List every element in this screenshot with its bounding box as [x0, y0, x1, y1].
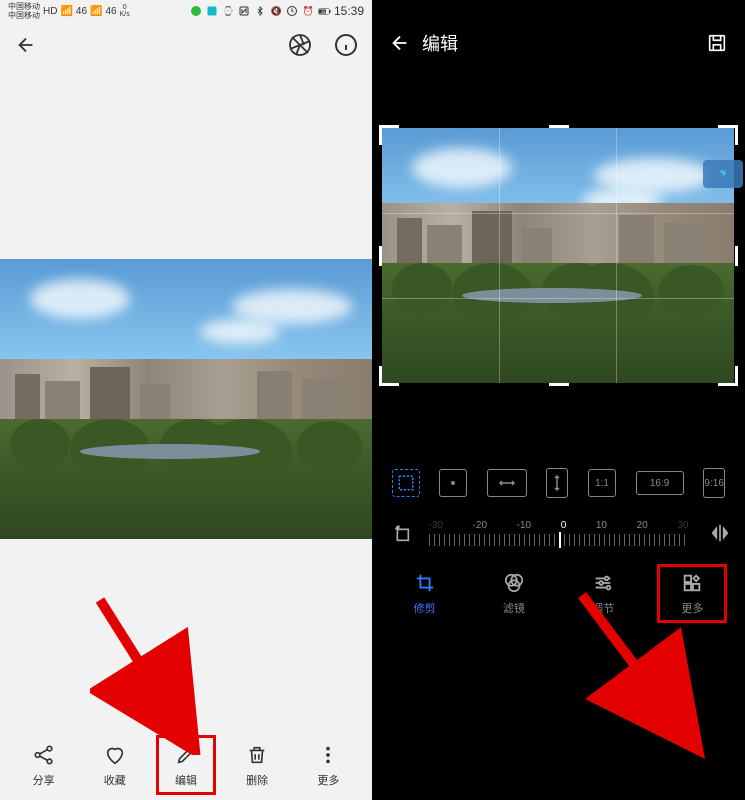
delete-button[interactable]: 删除	[227, 742, 287, 788]
edit-button[interactable]: 编辑	[156, 735, 216, 795]
ratio-portrait[interactable]	[546, 468, 568, 498]
rotation-ruler-row: -30 -20 -10 0 10 20 30	[372, 513, 745, 553]
crop-icon	[413, 571, 437, 595]
viewer-bottom-bar: 分享 收藏 编辑 删除 更多	[0, 730, 372, 800]
ratio-16-9[interactable]: 16:9	[636, 471, 684, 495]
save-button[interactable]	[703, 29, 731, 57]
watch-icon: ⌚	[222, 5, 235, 18]
back-button[interactable]	[12, 31, 40, 59]
ratio-free[interactable]	[392, 469, 420, 497]
tab-more[interactable]: 更多	[657, 564, 727, 623]
app-icon	[206, 5, 219, 18]
status-bar: 中国移动 中国移动 HD 📶 46 📶 46 0 K/s ⌚	[0, 0, 372, 22]
tab-adjust-label: 调节	[592, 600, 614, 616]
hd-badge: HD	[43, 6, 57, 17]
carrier-label: 中国移动	[8, 3, 40, 11]
tab-crop-label: 修剪	[414, 600, 436, 616]
share-label: 分享	[33, 772, 55, 788]
photo-editor-screen: 编辑	[372, 0, 745, 800]
aperture-icon[interactable]	[286, 31, 314, 59]
watermark: 🐬	[703, 160, 743, 188]
filter-icon	[502, 571, 526, 595]
speed-value: 0	[123, 4, 127, 11]
favorite-label: 收藏	[104, 772, 126, 788]
info-icon[interactable]	[332, 31, 360, 59]
alarm-icon: ⏰	[302, 5, 315, 18]
carrier-label-2: 中国移动	[8, 12, 40, 20]
speed-unit: K/s	[120, 11, 130, 18]
battery-icon: 68	[318, 5, 331, 18]
net-label-2: 46	[105, 6, 116, 17]
net-label: 46	[76, 6, 87, 17]
ratio-1-1[interactable]: 1:1	[588, 469, 616, 497]
more-label: 更多	[317, 772, 339, 788]
share-button[interactable]: 分享	[14, 742, 74, 788]
wechat-icon	[190, 5, 203, 18]
mirror-button[interactable]	[709, 522, 731, 544]
photo-content	[382, 128, 734, 383]
tab-filter[interactable]: 滤镜	[479, 571, 549, 616]
aspect-ratio-row: 1:1 16:9 9:16	[372, 463, 745, 503]
editor-title: 编辑	[422, 30, 458, 56]
nfc-icon	[238, 5, 251, 18]
photo-content	[0, 259, 372, 539]
pencil-icon	[173, 742, 199, 768]
bluetooth-icon	[254, 5, 267, 18]
share-icon	[31, 742, 57, 768]
signal-icon: 📶	[60, 6, 72, 17]
trash-icon	[244, 742, 270, 768]
more-icon	[315, 742, 341, 768]
mute-icon: 🔇	[270, 5, 283, 18]
tab-crop[interactable]: 修剪	[390, 571, 460, 616]
favorite-button[interactable]: 收藏	[85, 742, 145, 788]
editor-tabs: 修剪 滤镜 调节 更多	[372, 563, 745, 623]
tab-more-label: 更多	[681, 600, 703, 616]
photo-viewport[interactable]	[0, 68, 372, 730]
viewer-header	[0, 22, 372, 68]
tab-filter-label: 滤镜	[503, 600, 525, 616]
editor-header: 编辑	[372, 18, 745, 68]
rotate-90-button[interactable]	[390, 522, 412, 544]
ratio-original[interactable]	[439, 469, 467, 497]
sliders-icon	[591, 571, 615, 595]
heart-icon	[102, 742, 128, 768]
gallery-viewer-screen: 中国移动 中国移动 HD 📶 46 📶 46 0 K/s ⌚	[0, 0, 372, 800]
clock: 15:39	[334, 4, 364, 18]
grid-icon	[680, 571, 704, 595]
back-button[interactable]	[386, 29, 414, 57]
svg-text:68: 68	[322, 10, 326, 14]
tab-adjust[interactable]: 调节	[568, 571, 638, 616]
ratio-9-16[interactable]: 9:16	[703, 468, 725, 498]
dnd-icon	[286, 5, 299, 18]
more-button[interactable]: 更多	[298, 742, 358, 788]
edit-label: 编辑	[175, 772, 197, 788]
rotation-ruler[interactable]: -30 -20 -10 0 10 20 30	[429, 520, 689, 546]
delete-label: 删除	[246, 772, 268, 788]
crop-frame[interactable]	[382, 128, 735, 383]
ratio-landscape[interactable]	[487, 469, 527, 497]
signal-icon-2: 📶	[90, 6, 102, 17]
